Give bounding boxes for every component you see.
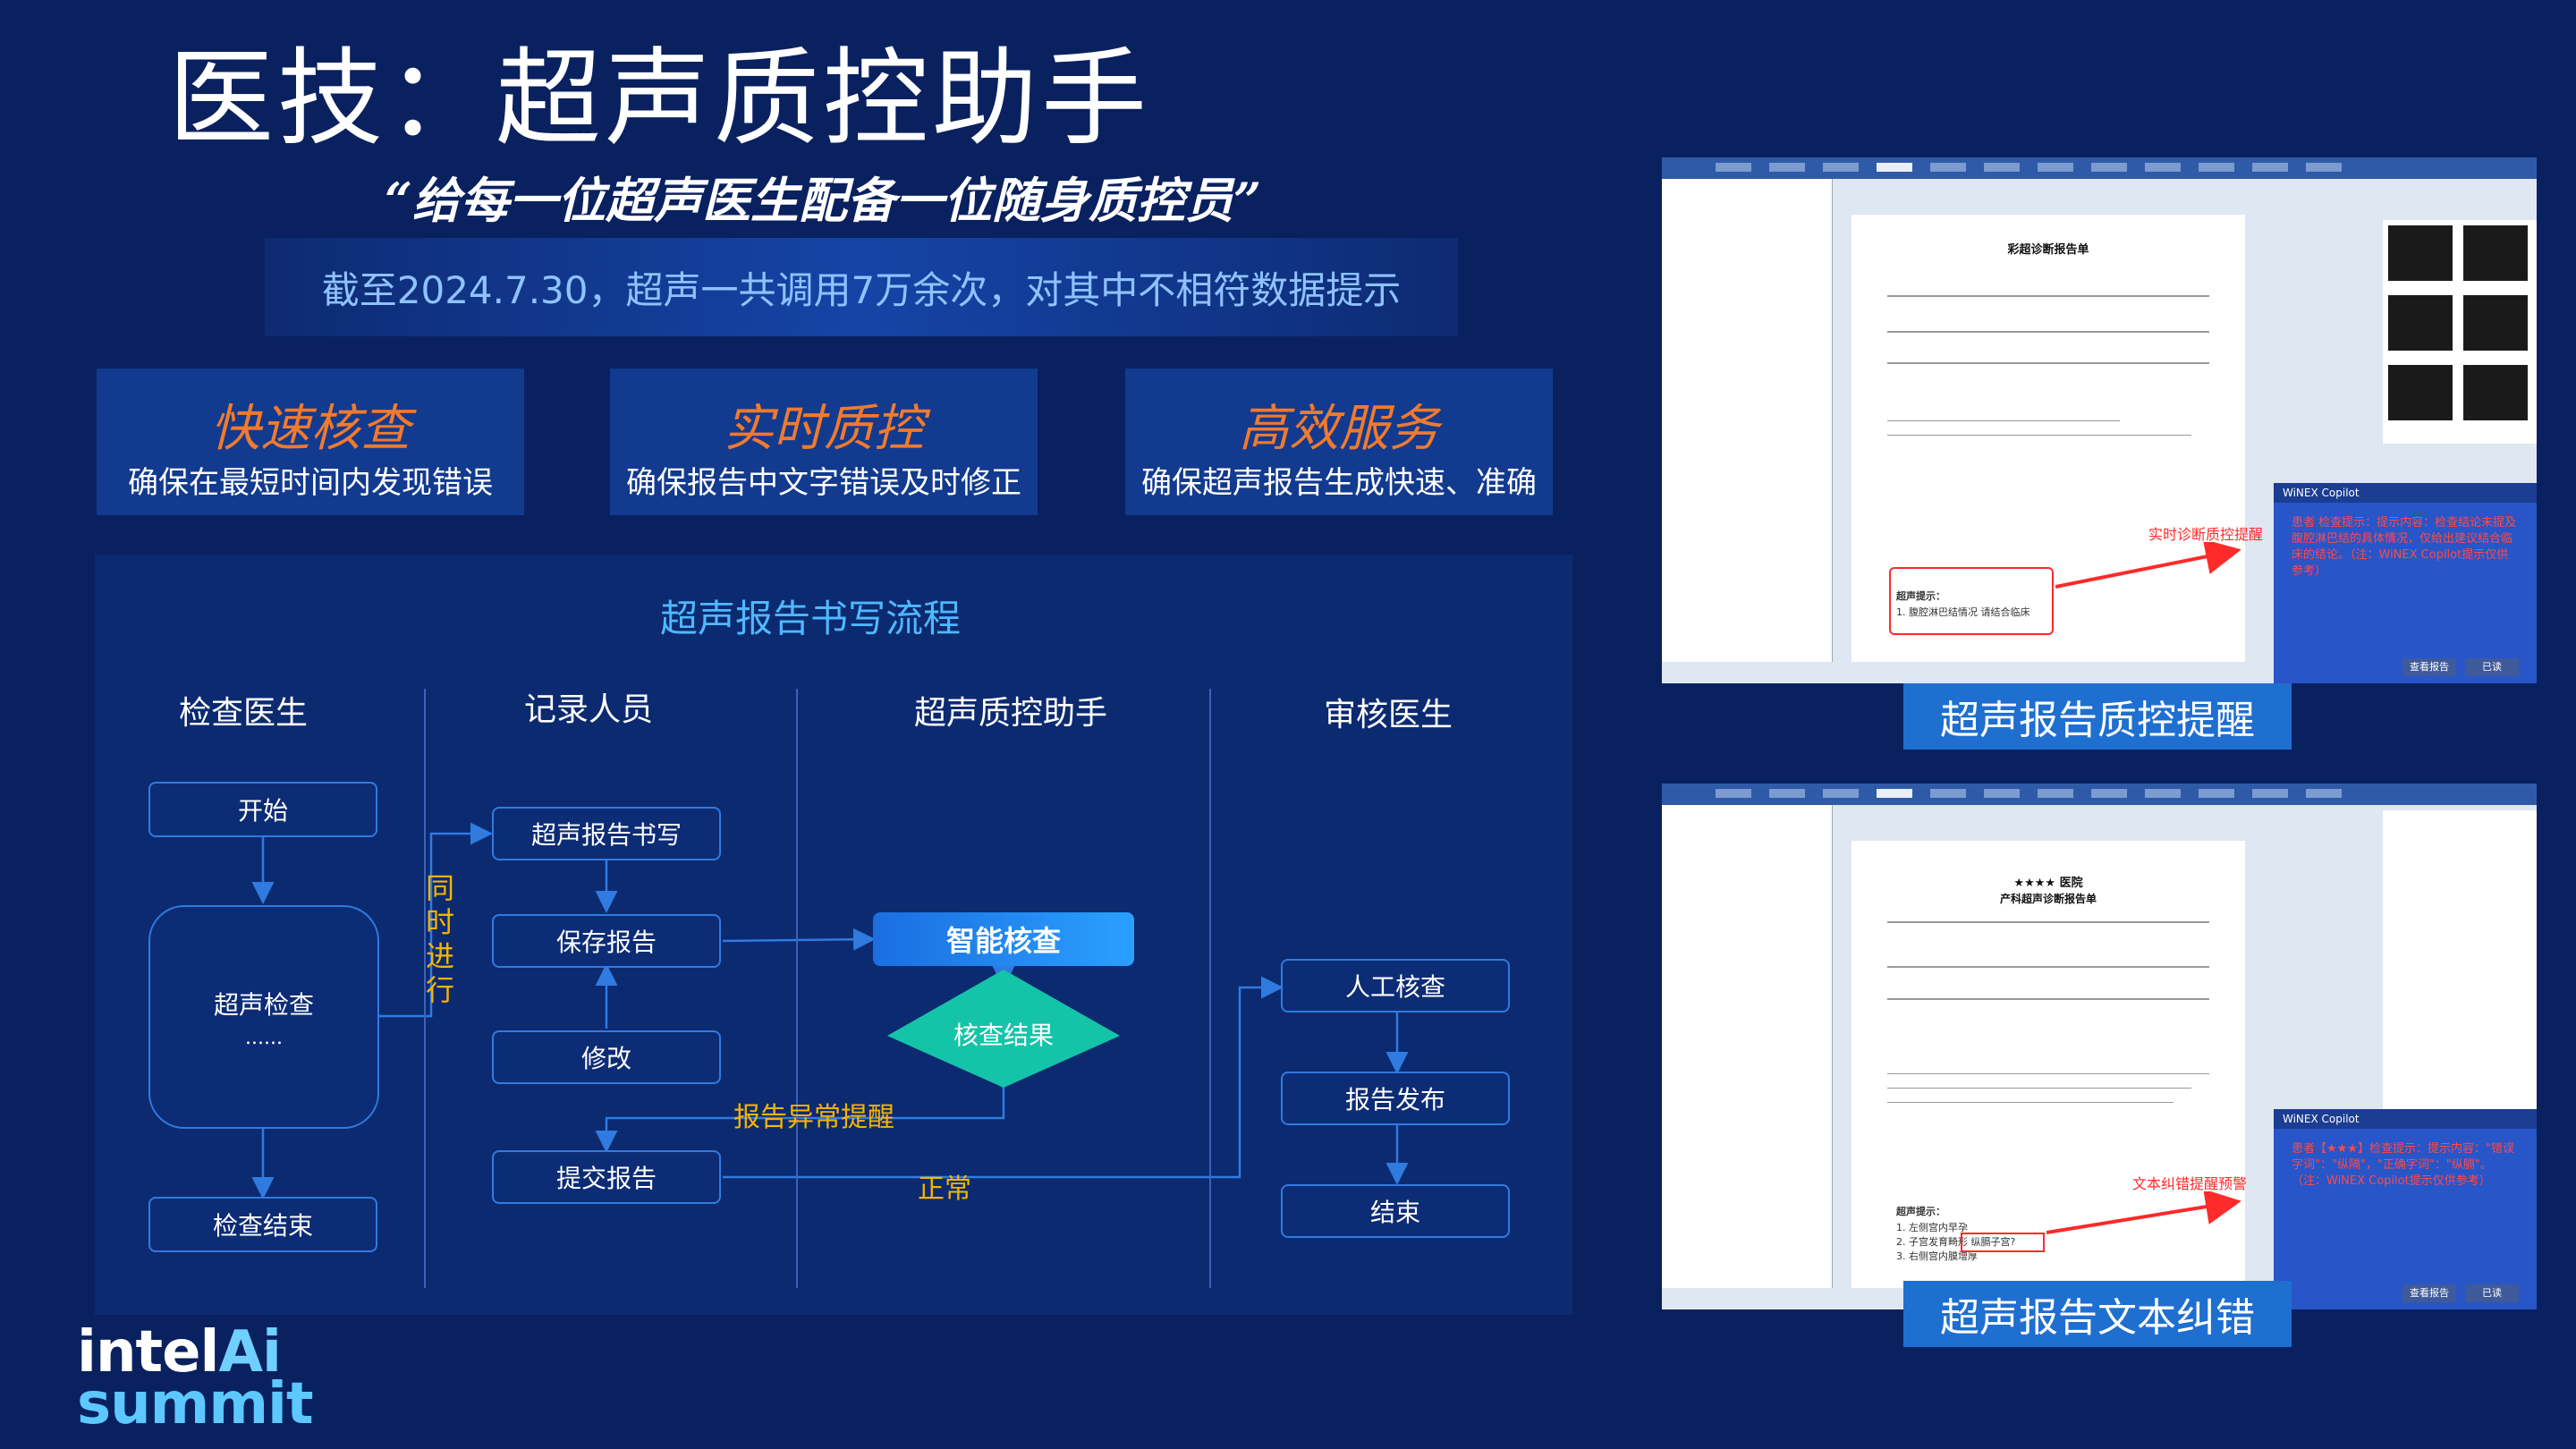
- app-toolbar: [1662, 157, 2537, 179]
- lane-divider: [1209, 689, 1211, 1288]
- node-submit-report: 提交报告: [492, 1150, 721, 1204]
- copilot-header: WiNEX Copilot: [2274, 1109, 2537, 1129]
- thumbnail-image[interactable]: [2463, 365, 2528, 420]
- feature-desc: 确保报告中文字错误及时修正: [626, 465, 1021, 501]
- intel-ai-summit-logo: intelAi summit: [77, 1324, 314, 1437]
- note-char: 同: [425, 871, 454, 905]
- app-sidebar-tree: [1662, 805, 1833, 1288]
- flow-title: 超声报告书写流程: [659, 597, 961, 640]
- node-start: 开始: [148, 782, 377, 837]
- lane-qc-assistant: 超声质控助手: [914, 695, 1108, 732]
- app-toolbar: [1662, 784, 2537, 805]
- red-arrow-icon: [2046, 1191, 2241, 1234]
- report-title: 产科超声诊断报告单: [1999, 893, 2097, 905]
- thumbnail-image[interactable]: [2388, 365, 2453, 420]
- node-end: 结束: [1281, 1184, 1510, 1238]
- note-char: 行: [425, 973, 454, 1007]
- red-annotation: 文本纠错提醒预警: [2132, 1175, 2248, 1192]
- feature-desc: 确保在最短时间内发现错误: [128, 465, 493, 501]
- note-normal: 正常: [918, 1174, 971, 1205]
- image-thumbnails: [2383, 220, 2537, 444]
- feature-card-fast-check: 快速核查 确保在最短时间内发现错误: [97, 369, 524, 515]
- lane-exam-doctor: 检查医生: [179, 695, 309, 732]
- feature-card-efficient-service: 高效服务 确保超声报告生成快速、准确: [1125, 369, 1553, 515]
- note-parallel: 同 时 进 行: [424, 871, 456, 1007]
- hint-highlight-box: [1889, 567, 2054, 635]
- feature-title: 高效服务: [1239, 400, 1439, 458]
- node-label: 超声检查: [213, 989, 314, 1020]
- copilot-message: 患者 检查提示：提示内容：检查结论未提及腹腔淋巴结的具体情况，仅给出建议结合临床…: [2292, 516, 2517, 578]
- copilot-popup: WiNEX Copilot 患者【★★★】检查提示：提示内容："错误字词"："纵…: [2274, 1109, 2537, 1309]
- stat-banner: 截至2024.7.30，超声一共调用7万余次，对其中不相符数据提示: [265, 238, 1458, 336]
- node-smart-check: 智能核查: [873, 912, 1134, 966]
- error-highlight-box: [1961, 1233, 2045, 1252]
- flow-panel: 超声报告书写流程 检查医生 记录人员 超声质控助手 审核医生 开始 超声检查 .…: [95, 555, 1572, 1315]
- lane-review-doctor: 审核医生: [1324, 697, 1453, 733]
- red-arrow-icon: [2055, 542, 2241, 589]
- hint-label: 超声提示：: [1896, 1206, 1945, 1217]
- slogan: “给每一位超声医生配备一位随身质控员”: [385, 172, 1262, 229]
- feature-title: 实时质控: [724, 400, 924, 458]
- red-annotation: 实时诊断质控提醒: [2148, 526, 2264, 543]
- node-manual-check: 人工核查: [1281, 959, 1510, 1013]
- node-save-report: 保存报告: [492, 914, 721, 968]
- view-report-button[interactable]: 查看报告: [2402, 1284, 2456, 1302]
- view-report-button[interactable]: 查看报告: [2402, 658, 2456, 676]
- node-check-result: 核查结果: [953, 1021, 1054, 1050]
- logo-summit: summit: [77, 1371, 314, 1437]
- copilot-message: 患者【★★★】检查提示：提示内容："错误字词"："纵隔"，"正确字词"："纵膈"…: [2292, 1142, 2514, 1188]
- copilot-popup: WiNEX Copilot 患者 检查提示：提示内容：检查结论未提及腹腔淋巴结的…: [2274, 483, 2537, 683]
- thumbnail-image[interactable]: [2463, 295, 2528, 351]
- feature-desc: 确保超声报告生成快速、准确: [1141, 465, 1537, 501]
- lane-divider: [796, 689, 798, 1288]
- hospital-name: ★★★★ 医院: [2013, 877, 2083, 890]
- caption-qc-alert: 超声报告质控提醒: [1903, 683, 2292, 750]
- caption-text-correction: 超声报告文本纠错: [1903, 1281, 2292, 1347]
- node-modify: 修改: [492, 1030, 721, 1084]
- screenshot-text-correction: ★★★★ 医院 产科超声诊断报告单 超声提示： 1. 左侧宫内早孕 2. 子宫发…: [1662, 784, 2537, 1309]
- mark-read-button[interactable]: 已读: [2465, 658, 2519, 676]
- hint-line: 1. 左侧宫内早孕: [1896, 1222, 1968, 1233]
- node-write-report: 超声报告书写: [492, 807, 721, 860]
- node-publish-report: 报告发布: [1281, 1072, 1510, 1125]
- app-sidebar-tree: [1662, 179, 1833, 662]
- thumbnail-image[interactable]: [2388, 295, 2453, 351]
- note-char: 进: [425, 939, 454, 973]
- node-ellipsis: ......: [245, 1026, 283, 1049]
- feature-card-realtime-qc: 实时质控 确保报告中文字错误及时修正: [610, 369, 1038, 515]
- lane-recorder: 记录人员: [524, 691, 654, 728]
- slide-title: 医技：超声质控助手: [168, 37, 1151, 160]
- feature-title: 快速核查: [210, 400, 411, 458]
- node-exam-end: 检查结束: [148, 1197, 377, 1252]
- stat-text: 截至2024.7.30，超声一共调用7万余次，对其中不相符数据提示: [321, 267, 1402, 312]
- thumbnail-image[interactable]: [2388, 225, 2453, 281]
- thumbnail-image[interactable]: [2463, 225, 2528, 281]
- note-char: 时: [425, 905, 454, 939]
- mark-read-button[interactable]: 已读: [2465, 1284, 2519, 1302]
- report-title: 彩超诊断报告单: [2007, 243, 2089, 257]
- note-abnormal-alert: 报告异常提醒: [733, 1102, 894, 1133]
- copilot-header: WiNEX Copilot: [2274, 483, 2537, 503]
- node-ultrasound-exam: 超声检查 ......: [148, 905, 379, 1129]
- screenshot-qc-alert: 彩超诊断报告单 超声提示： 1. 腹腔淋巴结情况 请结合临床 实时诊断质控提醒 …: [1662, 157, 2537, 683]
